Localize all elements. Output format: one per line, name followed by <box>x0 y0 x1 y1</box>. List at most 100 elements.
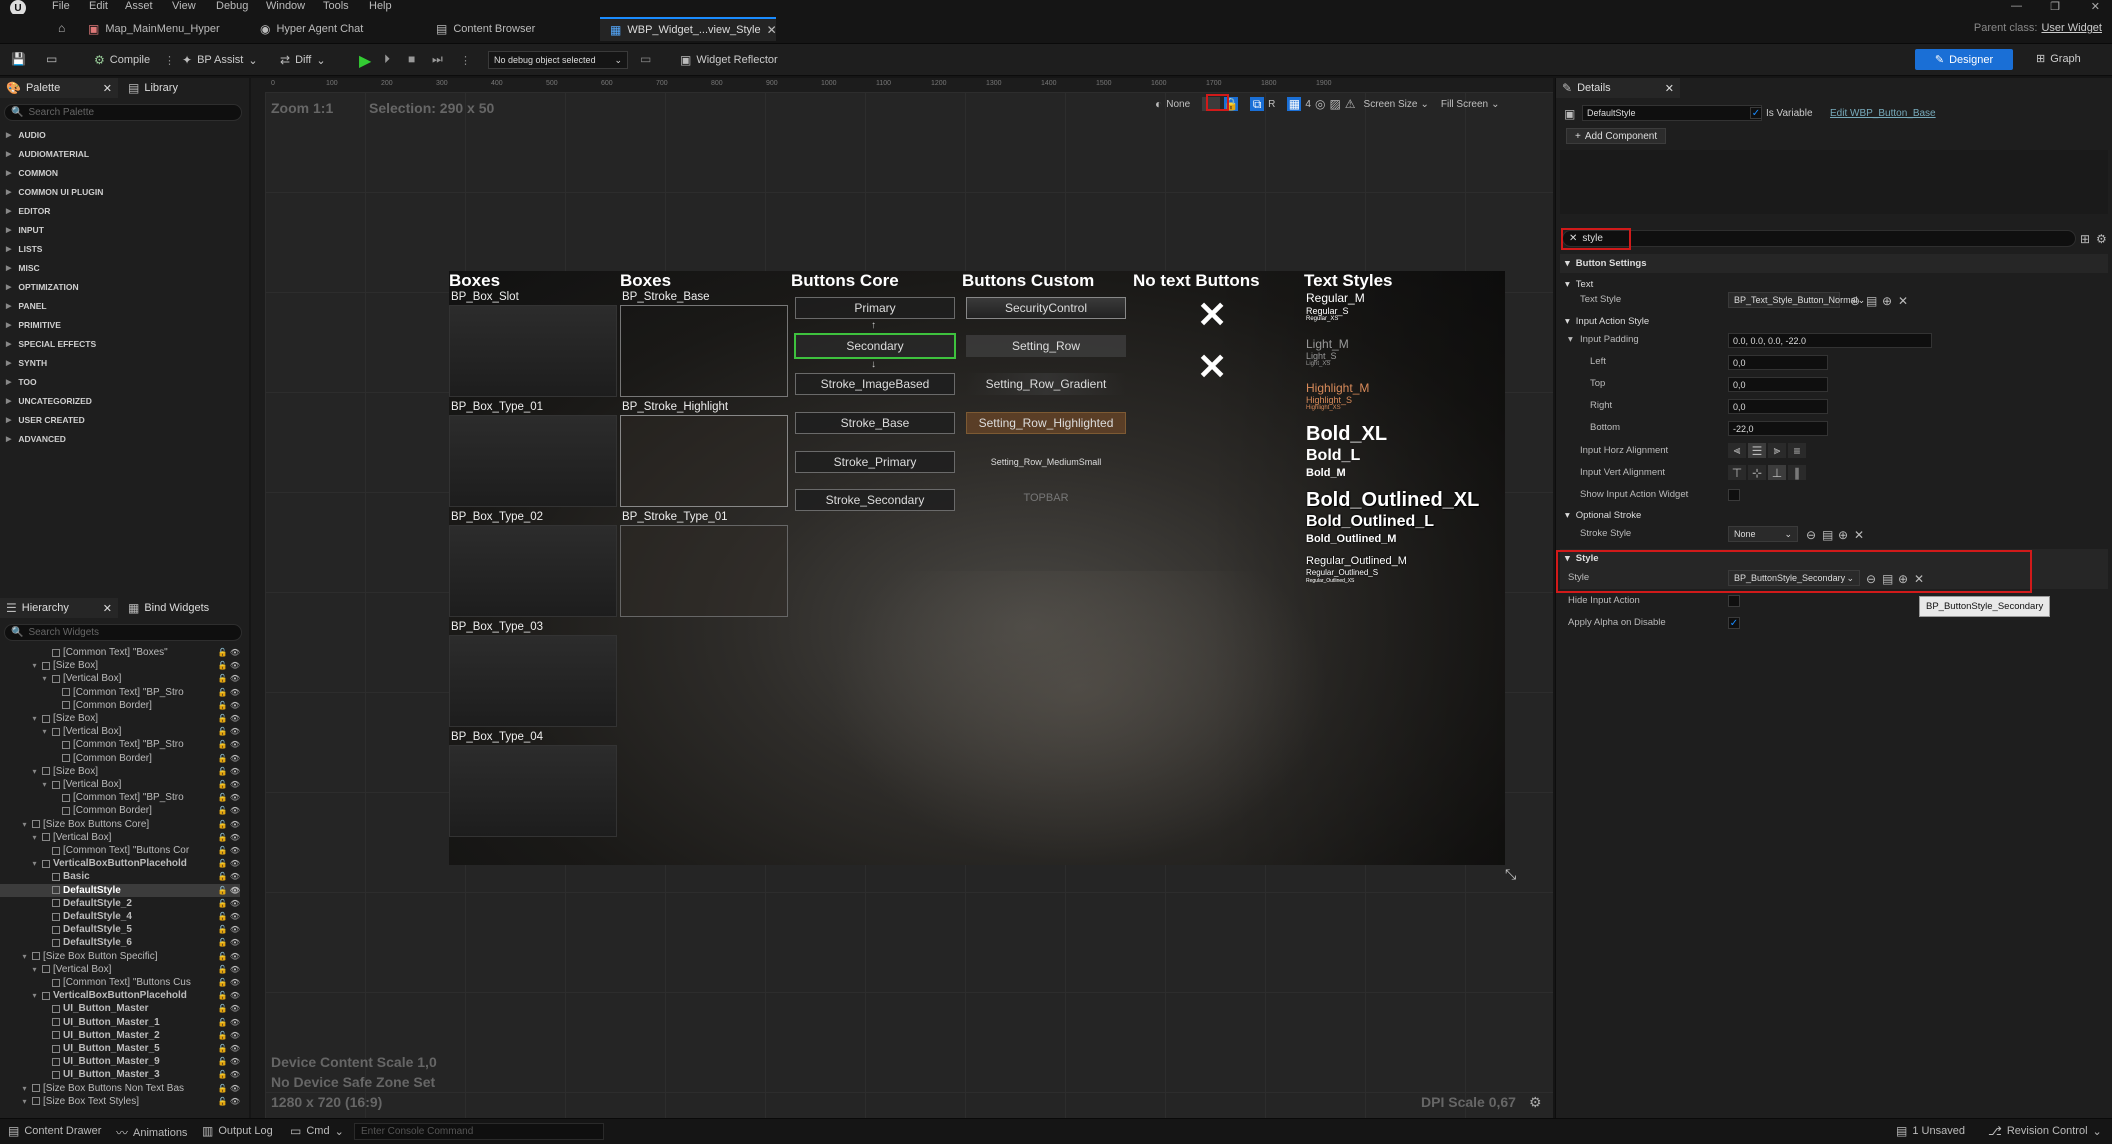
hierarchy-row[interactable]: ▾ VerticalBoxButtonPlacehold 🔓 👁 <box>0 989 240 1002</box>
expand-icon[interactable]: ▾ <box>20 952 29 961</box>
tab-content-browser[interactable]: ▤ Content Browser <box>426 17 545 41</box>
image-icon[interactable]: ▨ <box>1329 97 1340 111</box>
compile-options-icon[interactable]: ⋮ <box>164 54 175 67</box>
hierarchy-row[interactable]: ▾ [Size Box] 🔓 👁 <box>0 712 240 725</box>
align-top-icon[interactable]: ⊤ <box>1728 465 1746 480</box>
tab-map-mainmenu[interactable]: ▣ Map_MainMenu_Hyper <box>78 17 230 41</box>
menu-tools[interactable]: Tools <box>323 0 349 12</box>
lock-visibility-icon[interactable]: 🔓 👁 <box>218 674 240 683</box>
browse-icon[interactable]: ▭ <box>46 52 57 66</box>
bp-assist-button[interactable]: ✦ BP Assist ⌄ <box>182 50 258 70</box>
stop-icon[interactable]: ■ <box>408 52 415 66</box>
hierarchy-row[interactable]: [Common Text] "BP_Stro 🔓 👁 <box>0 686 240 699</box>
preview-mode[interactable]: None <box>1166 99 1190 110</box>
r-toggle[interactable]: R <box>1268 99 1275 110</box>
align-bottom-icon[interactable]: ⊥ <box>1768 465 1786 480</box>
close-icon[interactable]: ✕ <box>103 602 112 615</box>
hide-input-action-checkbox[interactable] <box>1728 595 1740 607</box>
table-view-icon[interactable]: ⊞ <box>2080 232 2090 246</box>
fill-screen-select[interactable]: Fill Screen ⌄ <box>1441 99 1500 110</box>
close-button-icon[interactable]: ✕ <box>1197 297 1227 333</box>
add-icon[interactable]: ⊕ <box>1882 294 1892 308</box>
minimize-icon[interactable]: — <box>2011 0 2022 12</box>
browse-icon[interactable]: ▤ <box>1822 528 1833 542</box>
hierarchy-row[interactable]: [Common Text] "BP_Stro 🔓 👁 <box>0 738 240 751</box>
palette-category[interactable]: ▶ PRIMITIVE <box>6 320 61 330</box>
designer-viewport[interactable]: 0 100 200 300 400 500 600 700 800 900 1000 1100 1200… <box>251 78 1553 1118</box>
expand-icon[interactable]: ▾ <box>40 674 49 683</box>
palette-category[interactable]: ▶ LISTS <box>6 244 42 254</box>
lock-visibility-icon[interactable]: 🔓 👁 <box>218 925 240 934</box>
button-primary[interactable]: Primary <box>795 297 955 319</box>
lock-visibility-icon[interactable]: 🔓 👁 <box>218 1057 240 1066</box>
hierarchy-row[interactable]: ▾ [Vertical Box] 🔓 👁 <box>0 963 240 976</box>
stroke-preview[interactable] <box>620 525 788 617</box>
palette-category[interactable]: ▶ COMMON <box>6 168 58 178</box>
screen-size-select[interactable]: Screen Size ⌄ <box>1364 99 1429 110</box>
lock-visibility-icon[interactable]: 🔓 👁 <box>218 965 240 974</box>
align-fill-icon[interactable]: ≡ <box>1788 443 1806 458</box>
section-button-settings[interactable]: ▾ Button Settings <box>1560 254 2108 273</box>
widget-name-field[interactable]: DefaultStyle <box>1582 105 1762 121</box>
lock-visibility-icon[interactable]: 🔓 👁 <box>218 740 240 749</box>
grid-snap-icon[interactable]: ▦ <box>1287 97 1302 111</box>
lock-visibility-icon[interactable]: 🔓 👁 <box>218 899 240 908</box>
align-middle-icon[interactable]: ⊹ <box>1748 465 1766 480</box>
hierarchy-row[interactable]: UI_Button_Master_1 🔓 👁 <box>0 1016 240 1029</box>
hierarchy-row[interactable]: ▾ [Size Box Text Styles] 🔓 👁 <box>0 1095 240 1108</box>
settings-icon[interactable]: ⚙ <box>2096 232 2107 246</box>
align-center-icon[interactable]: ☰ <box>1748 443 1766 458</box>
padding-top-field[interactable]: 0,0 <box>1728 377 1828 392</box>
lock-visibility-icon[interactable]: 🔓 👁 <box>218 820 240 829</box>
debug-object-select[interactable]: No debug object selected ⌄ <box>488 51 628 69</box>
unsaved-indicator[interactable]: ▤ 1 Unsaved <box>1896 1124 1965 1138</box>
lock-visibility-icon[interactable]: 🔓 👁 <box>218 648 240 657</box>
hierarchy-row[interactable]: [Common Text] "Buttons Cus 🔓 👁 <box>0 976 240 989</box>
box-preview[interactable] <box>449 635 617 727</box>
align-left-icon[interactable]: ⫷ <box>1728 443 1746 458</box>
hierarchy-row[interactable]: ▾ VerticalBoxButtonPlacehold 🔓 👁 <box>0 857 240 870</box>
restore-icon[interactable]: ❐ <box>2050 0 2060 13</box>
lock-visibility-icon[interactable]: 🔓 👁 <box>218 1018 240 1027</box>
show-input-action-checkbox[interactable] <box>1728 489 1740 501</box>
use-selected-icon[interactable]: ⊖ <box>1806 528 1816 542</box>
revision-control-button[interactable]: ⎇ Revision Control ⌄ <box>1988 1124 2102 1138</box>
tab-palette[interactable]: 🎨 Palette ✕ <box>0 78 118 98</box>
preview-icon[interactable]: ◐ <box>1155 97 1162 111</box>
button-stroke-secondary[interactable]: Stroke_Secondary <box>795 489 955 511</box>
lock-visibility-icon[interactable]: 🔓 👁 <box>218 1097 240 1106</box>
lock-visibility-icon[interactable]: 🔓 👁 <box>218 1044 240 1053</box>
is-variable-checkbox[interactable]: ✓ <box>1750 107 1762 119</box>
stroke-preview[interactable] <box>620 305 788 397</box>
palette-category[interactable]: ▶ INPUT <box>6 225 44 235</box>
lock-visibility-icon[interactable]: 🔓 👁 <box>218 912 240 921</box>
hierarchy-row[interactable]: UI_Button_Master_5 🔓 👁 <box>0 1042 240 1055</box>
expand-icon[interactable]: ▾ <box>30 833 39 842</box>
hierarchy-row[interactable]: UI_Button_Master_3 🔓 👁 <box>0 1068 240 1081</box>
tab-details[interactable]: ✎ Details ✕ <box>1556 78 1680 98</box>
hierarchy-row[interactable]: [Common Border] 🔓 👁 <box>0 804 240 817</box>
close-tab-icon[interactable]: ✕ <box>767 23 777 37</box>
warning-icon[interactable]: ⚠ <box>1345 97 1356 111</box>
close-icon[interactable]: ✕ <box>103 82 112 95</box>
tab-bind-widgets[interactable]: ▦ Bind Widgets <box>122 598 246 618</box>
hierarchy-row[interactable]: DefaultStyle_2 🔓 👁 <box>0 897 240 910</box>
parent-class-link[interactable]: User Widget <box>2041 22 2102 34</box>
button-setting-row-highlighted[interactable]: Setting_Row_Highlighted <box>966 412 1126 434</box>
align-right-icon[interactable]: ⫸ <box>1768 443 1786 458</box>
home-icon[interactable]: ⌂ <box>58 21 65 35</box>
resize-handle-icon[interactable]: ⤡ <box>1505 866 1516 883</box>
hierarchy-row[interactable]: DefaultStyle 🔓 👁 <box>0 883 240 897</box>
debug-filter-icon[interactable]: ▭ <box>640 52 651 66</box>
expand-icon[interactable]: ▾ <box>20 1084 29 1093</box>
hierarchy-row[interactable]: UI_Button_Master_2 🔓 👁 <box>0 1029 240 1042</box>
animations-button[interactable]: 〰 Animations <box>116 1124 187 1141</box>
hierarchy-row[interactable]: ▾ [Size Box] 🔓 👁 <box>0 765 240 778</box>
details-search[interactable]: ✕ style <box>1562 230 2076 247</box>
section-input-action-style[interactable]: ▾ Input Action Style <box>1560 312 2108 331</box>
padding-left-field[interactable]: 0,0 <box>1728 355 1828 370</box>
diff-button[interactable]: ⇄ Diff ⌄ <box>280 50 326 70</box>
hierarchy-row[interactable]: ▾ [Vertical Box] 🔓 👁 <box>0 778 240 791</box>
console-input[interactable]: Enter Console Command <box>354 1123 604 1140</box>
widget-canvas[interactable]: Boxes Boxes Buttons Core Buttons Custom … <box>449 271 1505 865</box>
